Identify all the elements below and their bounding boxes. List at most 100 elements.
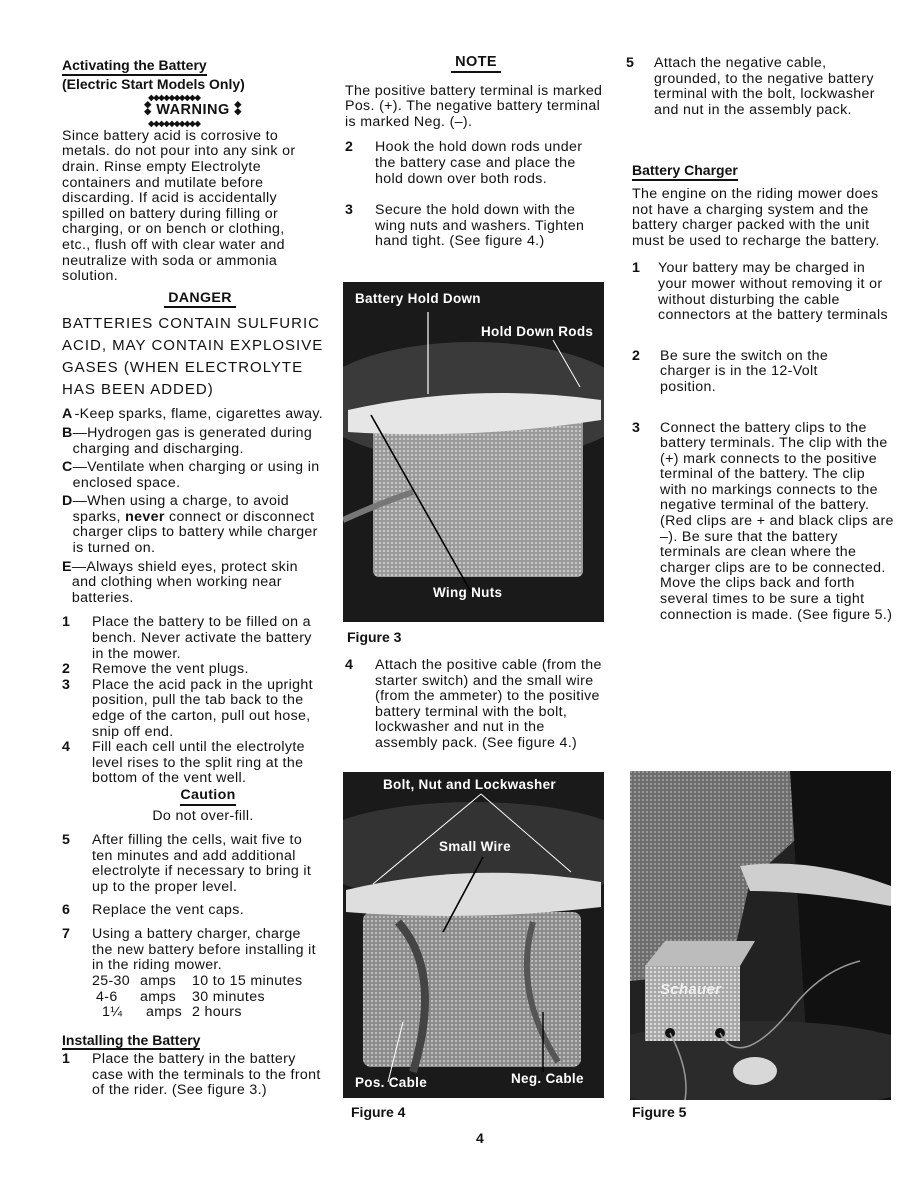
warning-diamond-left-icon: ◆◆ [144, 99, 152, 117]
step-text: Hook the hold down rods under the batter… [375, 139, 583, 187]
step-text: Attach the negative cable, grounded, to … [654, 55, 875, 118]
step-item: 6 Replace the vent caps. [62, 901, 324, 919]
holddown-steps: 2 Hook the hold down rods under the batt… [345, 140, 607, 250]
charge-unit: amps [146, 1004, 183, 1021]
middle-column-lower: 4 Attach the positive cable (from the st… [345, 657, 610, 752]
charge-unit: amps [140, 972, 177, 989]
label-small-wire: Small Wire [439, 839, 511, 854]
dial-shape [733, 1057, 777, 1085]
figure-3-caption: Figure 3 [347, 629, 402, 645]
label-battery-hold-down: Battery Hold Down [355, 291, 481, 306]
danger-heading: DANGER [62, 290, 324, 309]
installing-title-text: Installing the Battery [62, 1032, 201, 1051]
step-number: 2 [345, 139, 354, 156]
figure-4-photo: Bolt, Nut and Lockwasher Small Wire Pos.… [343, 772, 604, 1098]
charge-row: 4-6 amps 30 minutes [92, 988, 324, 1006]
figure-4-caption: Figure 4 [351, 1104, 406, 1120]
step-text: Secure the hold down with the wing nuts … [375, 202, 585, 250]
step-item: 3 Secure the hold down with the wing nut… [345, 202, 607, 250]
section-title-activating: Activating the Battery [62, 57, 324, 76]
activating-title-text: Activating the Battery [62, 57, 207, 76]
charge-amps: 4-6 [96, 988, 118, 1005]
middle-column: NOTE The positive battery terminal is ma… [345, 54, 607, 250]
charge-amps: 25-30 [92, 972, 131, 989]
danger-list: A -Keep sparks, flame, cigarettes away. … [62, 407, 324, 606]
caution-text: Do not over-fill. [152, 807, 254, 824]
step-text: Attach the positive cable (from the star… [375, 657, 602, 751]
note-heading: NOTE [345, 54, 607, 73]
danger-item: C —Ventilate when charging or using in e… [62, 459, 324, 491]
right-column: 5 Attach the negative cable, grounded, t… [626, 55, 894, 624]
step-text: Be sure the switch on the charger is in … [660, 347, 829, 395]
left-column: Activating the Battery (Electric Start M… [62, 57, 324, 1099]
step-item: 1 Place the battery to be filled on a be… [62, 615, 324, 662]
activation-steps-continued: 5 After filling the cells, wait five to … [62, 832, 324, 1021]
section-title-charger: Battery Charger [626, 163, 894, 181]
step-number: 6 [62, 901, 71, 918]
section-subtitle: (Electric Start Models Only) [62, 75, 245, 92]
step-item: 3 Connect the battery clips to the batte… [632, 419, 894, 624]
step-number: 4 [345, 657, 354, 673]
step-number: 5 [62, 832, 71, 849]
step-item: 3 Place the acid pack in the upright pos… [62, 677, 324, 740]
charge-unit: amps [140, 988, 177, 1005]
step-text: After filling the cells, wait five to te… [92, 832, 312, 895]
step-number: 4 [62, 739, 71, 756]
charge-time: 2 hours [192, 1004, 242, 1021]
step-text: Connect the battery clips to the battery… [660, 419, 894, 623]
step-number: 7 [62, 926, 71, 943]
warning-badge: ◆◆ WARNING ◆◆ [142, 94, 244, 127]
danger-item-text: —Ventilate when charging or using in enc… [72, 459, 320, 491]
step-item: 1 Place the battery in the battery case … [62, 1052, 324, 1099]
danger-item: E —Always shield eyes, protect skin and … [62, 558, 324, 607]
step-text: Your battery may be charged in your mowe… [658, 260, 888, 324]
figure-5-caption: Figure 5 [632, 1104, 687, 1120]
step-number: 3 [632, 419, 641, 436]
danger-text: BATTERIES CONTAIN SULFURIC ACID, MAY CON… [62, 315, 324, 399]
step-text: Using a battery charger, charge the new … [92, 926, 316, 974]
danger-item-text: —When using a charge, to avoid sparks, n… [73, 494, 324, 556]
danger-item-letter: B [62, 424, 73, 441]
step-item: 2 Remove the vent plugs. [62, 662, 324, 678]
label-wing-nuts: Wing Nuts [433, 585, 503, 600]
label-bolt-nut-lockwasher: Bolt, Nut and Lockwasher [383, 777, 556, 792]
step-item: 4 Attach the positive cable (from the st… [345, 657, 610, 752]
charge-table: 25-30 amps 10 to 15 minutes 4-6 amps 30 … [62, 972, 324, 1021]
charger-steps: 1 Your battery may be charged in your mo… [626, 260, 894, 624]
step-text: Replace the vent caps. [92, 901, 245, 918]
charger-brand-label: Schauer [660, 981, 722, 998]
charge-row: 25-30 amps 10 to 15 minutes [92, 972, 324, 990]
danger-item-text: —Always shield eyes, protect skin and cl… [71, 558, 298, 606]
note-label: NOTE [451, 54, 501, 73]
step-number: 1 [632, 260, 641, 277]
danger-item: B —Hydrogen gas is generated during char… [62, 424, 324, 457]
step-number: 5 [626, 55, 635, 71]
figure-5-illustration [630, 771, 891, 1100]
charge-time: 30 minutes [192, 988, 265, 1005]
step-number: 1 [62, 1051, 71, 1068]
step-number: 2 [632, 347, 641, 364]
danger-label: DANGER [164, 290, 236, 309]
label-neg-cable: Neg. Cable [511, 1071, 584, 1086]
danger-item-text: —Hydrogen gas is generated during chargi… [72, 424, 313, 457]
step-item: 4 Fill each cell until the electrolyte l… [62, 739, 324, 787]
section-title-installing: Installing the Battery [62, 1032, 324, 1051]
figure-5-photo: Schauer [630, 771, 891, 1100]
label-pos-cable: Pos. Cable [355, 1075, 428, 1090]
step-text: Fill each cell until the electrolyte lev… [92, 739, 305, 787]
step-text: Place the battery in the battery case wi… [92, 1051, 321, 1099]
warning-label: WARNING [156, 102, 230, 119]
figure-3-photo: Battery Hold Down Hold Down Rods Wing Nu… [343, 282, 604, 622]
step-text: Remove the vent plugs. [92, 661, 249, 678]
charge-row: 1¼ amps 2 hours [92, 1004, 324, 1021]
charge-amps: 1¼ [102, 1004, 123, 1021]
note-text: The positive battery terminal is marked … [345, 82, 603, 130]
charger-title-text: Battery Charger [632, 163, 738, 181]
step-text: Place the battery to be filled on a benc… [92, 614, 312, 662]
step-item: 7 Using a battery charger, charge the ne… [62, 926, 324, 974]
step-item: 2 Hook the hold down rods under the batt… [345, 140, 607, 187]
danger-item-emphasis: never [125, 508, 165, 525]
warning-badge-wrap: ◆◆ WARNING ◆◆ [62, 94, 324, 127]
warning-diamond-right-icon: ◆ ◆ [234, 99, 242, 117]
step-item: 2 Be sure the switch on the charger is i… [632, 347, 894, 396]
